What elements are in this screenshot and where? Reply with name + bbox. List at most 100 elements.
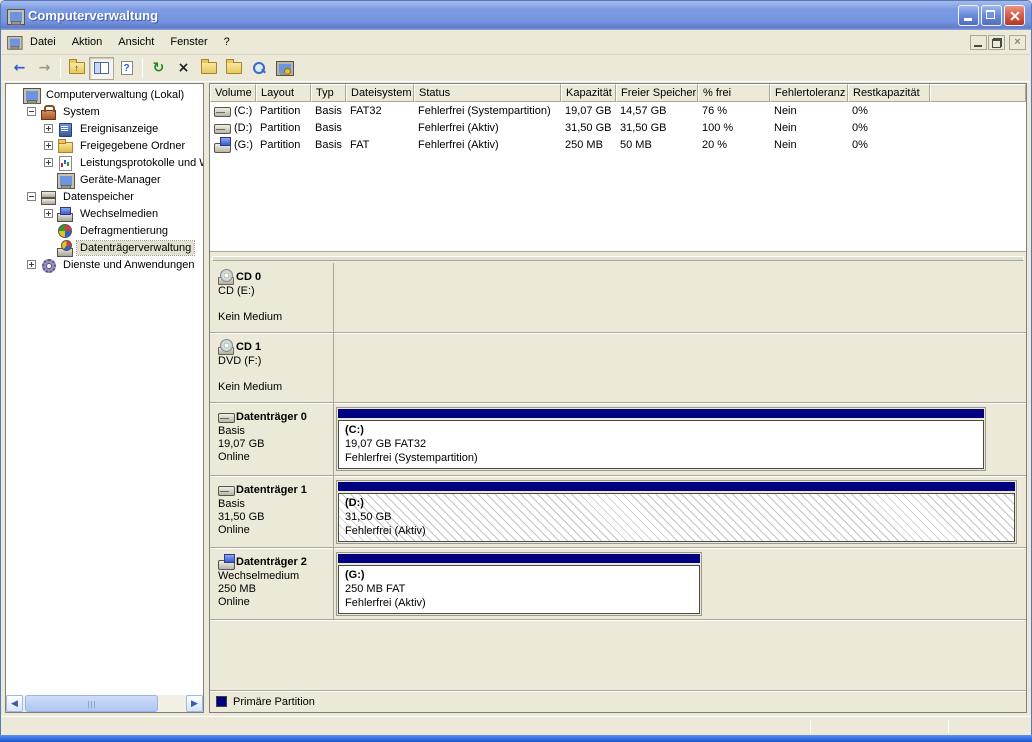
list-graph-splitter[interactable]	[210, 251, 1026, 263]
volume-cell: 0%	[852, 121, 868, 134]
open-folder-icon	[225, 59, 242, 74]
tree-item-dienste-und-anwendungen[interactable]: Dienste und Anwendungen	[6, 256, 203, 273]
titlebar[interactable]: Computerverwaltung	[1, 1, 1031, 30]
console-tree-pane: Computerverwaltung (Lokal) System Ereignis…	[5, 83, 204, 713]
toolbar-properties-folder-icon[interactable]	[196, 57, 221, 80]
restore-button[interactable]	[981, 5, 1002, 26]
mdi-window-icon[interactable]	[7, 35, 23, 50]
scroll-right-button[interactable]: ▶	[186, 695, 203, 712]
column-header-dateisystem[interactable]: Dateisystem	[346, 84, 414, 102]
mdi-minimize-icon	[974, 44, 982, 47]
column-header-fehlertoleranz[interactable]: Fehlertoleranz	[770, 84, 848, 102]
tree-item-leistungsprotokolle-und-warnungen[interactable]: Leistungsprotokolle und Warnungen	[6, 154, 203, 171]
tree-item-geräte-manager[interactable]: Geräte-Manager	[6, 171, 203, 189]
scrollbar-track[interactable]	[23, 695, 186, 712]
volume-row-g[interactable]: (G:) Partition Basis FAT Fehlerfrei (Aktiv) 2…	[210, 136, 1026, 153]
tree-horizontal-scrollbar[interactable]: ◀ ▶	[6, 695, 203, 712]
disk-info-line: Kein Medium	[218, 311, 283, 323]
menu-item-help[interactable]: ?	[216, 33, 238, 51]
primary-partition-swatch	[216, 696, 227, 707]
tree-item-wechselmedien[interactable]: Wechselmedien	[6, 205, 203, 222]
disk-info-cell[interactable]: Datenträger 1 Basis 31,50 GB Online	[210, 476, 334, 547]
column-header--frei[interactable]: % frei	[698, 84, 770, 102]
disk-info-cell[interactable]: Datenträger 0 Basis 19,07 GB Online	[210, 403, 334, 475]
performance-icon	[57, 155, 73, 171]
tree-item-defragmentierung[interactable]: Defragmentierung	[6, 222, 203, 239]
expand-icon[interactable]	[27, 260, 36, 269]
disk-graph-cell	[334, 263, 1026, 332]
partition-d[interactable]: (D:) 31,50 GB Fehlerfrei (Aktiv)	[336, 480, 1018, 544]
scroll-left-button[interactable]: ◀	[6, 695, 23, 712]
volume-row-d[interactable]: (D:) Partition Basis Fehlerfrei (Aktiv) 31,5…	[210, 119, 1026, 136]
expand-icon[interactable]	[44, 209, 53, 218]
disk-info-line: Online	[218, 451, 250, 463]
column-header-volume[interactable]: Volume	[210, 84, 256, 102]
toolbar-open-folder-icon[interactable]	[221, 57, 246, 80]
disk-info-line: DVD (F:)	[218, 355, 262, 367]
disk-graphical-view: CD 0 CD (E:) Kein Medium CD 1 DVD (F:) Kein…	[210, 263, 1026, 690]
disk-name: Datenträger 2	[218, 554, 327, 570]
toolbar-forward-icon[interactable]: →	[32, 57, 57, 80]
partition-g[interactable]: (G:) 250 MB FAT Fehlerfrei (Aktiv)	[336, 552, 702, 616]
minimize-button[interactable]	[958, 5, 979, 26]
partition-c[interactable]: (C:) 19,07 GB FAT32 Fehlerfrei (Systempart…	[336, 407, 986, 471]
tree-item-freigegebene-ordner[interactable]: Freigegebene Ordner	[6, 137, 203, 154]
expand-icon[interactable]	[44, 158, 53, 167]
mdi-restore-icon	[992, 37, 1002, 48]
tree-item-datenspeicher[interactable]: Datenspeicher	[6, 188, 203, 205]
diskmgmt-icon	[57, 239, 73, 257]
tree-item-label: Datenspeicher	[63, 190, 134, 203]
column-header-restkapazit-t[interactable]: Restkapazität	[848, 84, 930, 102]
disk-info-cell[interactable]: CD 0 CD (E:) Kein Medium	[210, 263, 334, 332]
toolbar-refresh-icon[interactable]: ↻	[146, 57, 171, 80]
disk-row-datentr-ger-0: Datenträger 0 Basis 19,07 GB Online (C:) 19,0…	[210, 403, 1026, 476]
mdi-minimize-button[interactable]	[970, 34, 987, 50]
collapse-icon[interactable]	[27, 192, 36, 201]
tree-item-computerverwaltung-lokal-[interactable]: Computerverwaltung (Lokal)	[6, 86, 203, 104]
expand-icon[interactable]	[44, 141, 53, 150]
toolbar-up-folder-icon[interactable]: ↑	[64, 57, 89, 80]
tree-item-system[interactable]: System	[6, 103, 203, 120]
menu-item-ansicht[interactable]: Ansicht	[110, 33, 162, 51]
volume-cell: Basis	[315, 121, 342, 134]
toolbar-help-page-icon[interactable]: ?	[114, 57, 139, 80]
toolbar-manage-computer-icon[interactable]	[271, 57, 296, 80]
disk-info-cell[interactable]: Datenträger 2 Wechselmedium 250 MB Online	[210, 548, 334, 619]
volume-cell: Partition	[260, 104, 301, 117]
close-button[interactable]	[1004, 5, 1025, 26]
volume-cell: Nein	[774, 104, 797, 117]
column-header-kapazit-t[interactable]: Kapazität	[561, 84, 616, 102]
menubar: Datei Aktion Ansicht Fenster? ×	[2, 30, 1030, 55]
toolbar-delete-icon[interactable]: ×	[171, 57, 196, 80]
disk-management-pane: Volume Layout Typ Dateisystem Status Kapazitä…	[209, 83, 1027, 713]
legend-bar: Primäre Partition	[210, 690, 1026, 712]
toolbar-show-tree-icon[interactable]	[89, 56, 114, 80]
collapse-icon[interactable]	[27, 107, 36, 116]
expand-icon[interactable]	[44, 124, 53, 133]
tree-item-ereignisanzeige[interactable]: Ereignisanzeige	[6, 120, 203, 137]
volume-cell: 250 MB	[565, 138, 603, 151]
cd-icon	[218, 339, 234, 355]
tree-item-datenträgerverwaltung[interactable]: Datenträgerverwaltung	[6, 239, 203, 257]
disk-info-line: Online	[218, 596, 250, 608]
mdi-close-button[interactable]: ×	[1009, 34, 1026, 50]
disk-info-cell[interactable]: CD 1 DVD (F:) Kein Medium	[210, 333, 334, 402]
column-header-layout[interactable]: Layout	[256, 84, 311, 102]
menu-item-datei[interactable]: Datei	[22, 33, 64, 51]
taskbar-edge[interactable]	[0, 735, 1032, 742]
column-header-freier-speicher[interactable]: Freier Speicher	[616, 84, 698, 102]
menu-item-fenster[interactable]: Fenster	[162, 33, 215, 51]
toolbar-search-icon[interactable]	[246, 57, 271, 80]
scrollbar-thumb[interactable]	[25, 695, 158, 712]
column-header-typ[interactable]: Typ	[311, 84, 346, 102]
menu-item-aktion[interactable]: Aktion	[64, 33, 111, 51]
volume-row-c[interactable]: (C:) Partition Basis FAT32 Fehlerfrei (Syste…	[210, 102, 1026, 119]
disk-info-line: Basis	[218, 498, 245, 510]
properties-folder-icon	[200, 59, 217, 74]
mdi-restore-button[interactable]	[988, 34, 1005, 50]
partition-size: 19,07 GB FAT32	[345, 438, 427, 450]
toolbar-back-icon[interactable]: ←	[7, 57, 32, 80]
statusbar-separator	[948, 720, 949, 733]
column-header-status[interactable]: Status	[414, 84, 561, 102]
disk-graph-cell: (G:) 250 MB FAT Fehlerfrei (Aktiv)	[334, 548, 1026, 619]
